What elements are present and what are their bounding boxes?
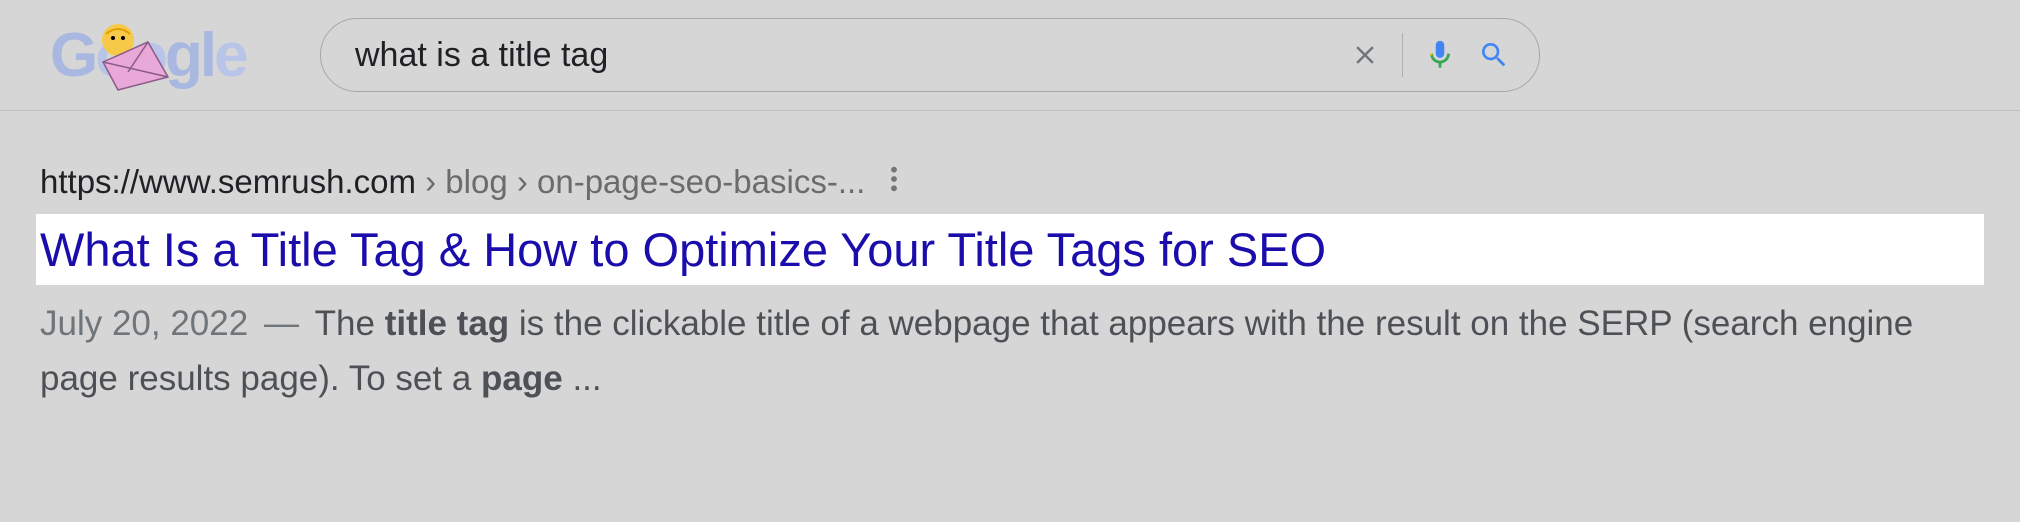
search-result: https://www.semrush.com › blog › on-page… — [0, 111, 2020, 406]
voice-search-button[interactable] — [1413, 28, 1467, 82]
search-bar — [320, 18, 1540, 92]
search-button[interactable] — [1467, 28, 1521, 82]
result-url-domain: https://www.semrush.com — [40, 163, 416, 200]
google-logo[interactable]: Google — [50, 20, 250, 90]
snippet-text-post: ... — [563, 359, 602, 398]
more-vertical-icon — [889, 165, 899, 193]
clear-search-button[interactable] — [1338, 28, 1392, 82]
result-url-path: › blog › on-page-seo-basics-... — [416, 163, 865, 200]
result-more-button[interactable] — [883, 159, 905, 206]
snippet-text-pre: The — [315, 304, 385, 343]
result-snippet: July 20, 2022 — The title tag is the cli… — [40, 297, 1980, 406]
search-header: Google — [0, 0, 2020, 111]
logo-doodle-icon — [98, 22, 178, 92]
search-icon — [1478, 39, 1510, 71]
search-input[interactable] — [355, 36, 1338, 75]
result-title-link[interactable]: What Is a Title Tag & How to Optimize Yo… — [36, 214, 1984, 285]
search-divider — [1402, 33, 1403, 77]
result-url[interactable]: https://www.semrush.com › blog › on-page… — [40, 161, 865, 204]
breadcrumb-row: https://www.semrush.com › blog › on-page… — [40, 159, 1980, 206]
snippet-bold-1: title tag — [385, 304, 509, 343]
close-icon — [1350, 40, 1380, 70]
snippet-dash: — — [254, 304, 308, 343]
snippet-date: July 20, 2022 — [40, 304, 248, 343]
microphone-icon — [1423, 38, 1457, 72]
snippet-bold-2: page — [481, 359, 563, 398]
